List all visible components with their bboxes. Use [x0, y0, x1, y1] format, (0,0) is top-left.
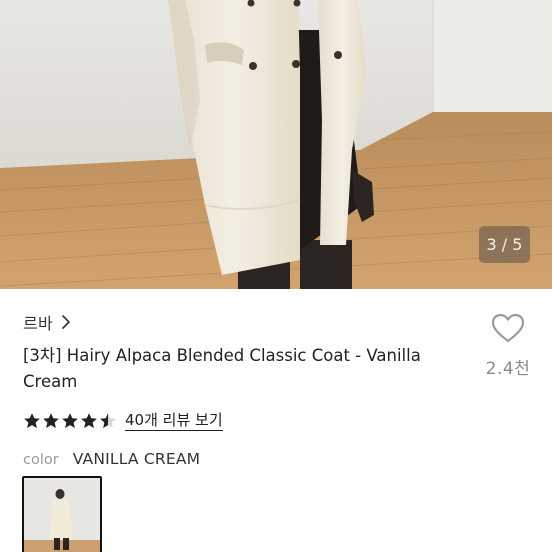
review-link[interactable]: 40개 리뷰 보기: [125, 411, 223, 431]
product-title: [3차] Hairy Alpaca Blended Classic Coat -…: [23, 346, 421, 391]
color-swatch-vanilla-cream[interactable]: [22, 476, 102, 552]
color-label: color: [23, 452, 59, 468]
star-rating: [23, 412, 117, 430]
color-value: VANILLA CREAM: [72, 450, 201, 468]
star-icon: [100, 413, 116, 428]
color-option: color VANILLA CREAM: [23, 450, 200, 468]
product-photo: [0, 0, 552, 289]
star-icon: [62, 413, 78, 428]
swatch-thumbnail: [24, 478, 100, 552]
wish-count: 2.4천: [485, 359, 531, 379]
rating-row: 40개 리뷰 보기: [23, 410, 223, 432]
star-icon: [43, 413, 59, 428]
chevron-right-icon: [62, 315, 70, 329]
image-counter: 3 / 5: [479, 226, 530, 263]
brand-name: 르바: [23, 314, 54, 333]
brand-link[interactable]: 르바: [23, 310, 71, 334]
star-icon: [81, 413, 97, 428]
star-icon: [24, 413, 40, 428]
wish-button[interactable]: 2.4천: [485, 312, 531, 379]
heart-outline-icon: [491, 313, 525, 343]
product-image-carousel[interactable]: 3 / 5: [0, 0, 552, 289]
